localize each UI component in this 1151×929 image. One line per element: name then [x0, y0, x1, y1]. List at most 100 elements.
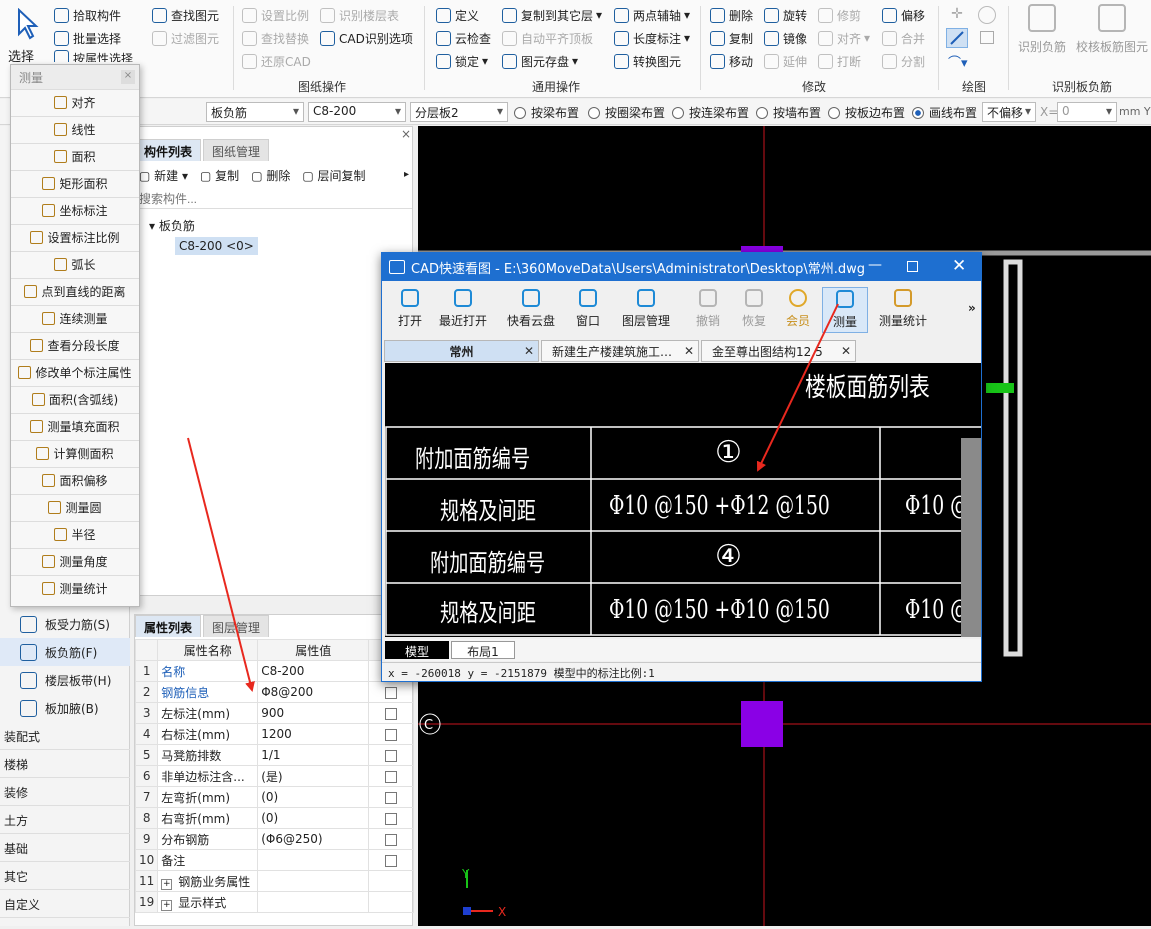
- property-row[interactable]: 3 左标注(mm) 900: [134, 702, 414, 724]
- radio-draw-line[interactable]: 画线布置: [912, 104, 977, 121]
- cloud-disk-button[interactable]: 快看云盘: [502, 287, 560, 333]
- property-value[interactable]: Φ8@200: [257, 681, 370, 703]
- clock-icon[interactable]: [978, 6, 996, 24]
- mirror-button[interactable]: 镜像: [764, 27, 807, 49]
- extra-checkbox[interactable]: [385, 728, 398, 741]
- recognize-negative-rebar-button[interactable]: 识别负筋: [1016, 4, 1068, 60]
- set-scale-button[interactable]: 设置比例: [242, 4, 309, 26]
- nav-slab-main-rebar[interactable]: 板受力筋(S): [0, 610, 130, 638]
- filter-element-button[interactable]: 过滤图元: [152, 27, 219, 49]
- property-row[interactable]: 1 名称 C8-200: [134, 660, 414, 682]
- layer-manage-button[interactable]: 图层管理: [616, 287, 676, 333]
- measure-item-2[interactable]: 面积: [11, 143, 139, 168]
- rectangle-icon[interactable]: [980, 31, 994, 44]
- extra-checkbox[interactable]: [385, 749, 398, 762]
- nav-category-custom[interactable]: 自定义: [0, 890, 130, 918]
- point-icon[interactable]: ✛: [948, 6, 966, 24]
- auto-align-top-button[interactable]: 自动平齐顶板: [502, 27, 593, 49]
- nav-category-stairs[interactable]: 楼梯: [0, 750, 130, 778]
- cad-window-titlebar[interactable]: CAD快速看图 - E:\360MoveData\Users\Administr…: [382, 253, 981, 281]
- vip-button[interactable]: 会员: [772, 287, 824, 333]
- extra-checkbox[interactable]: [385, 707, 398, 720]
- save-element-button[interactable]: 图元存盘 ▾: [502, 50, 578, 72]
- x-input[interactable]: 0: [1057, 102, 1117, 122]
- measure-item-3[interactable]: 矩形面积: [11, 170, 139, 195]
- property-row[interactable]: 9 分布钢筋 (Φ6@250): [134, 828, 414, 850]
- find-replace-button[interactable]: 查找替换: [242, 27, 309, 49]
- length-dimension-button[interactable]: 长度标注 ▾: [614, 27, 690, 49]
- split-button[interactable]: 分割: [882, 50, 925, 72]
- extra-checkbox[interactable]: [385, 770, 398, 783]
- nav-category-earthwork[interactable]: 土方: [0, 806, 130, 834]
- measure-item-10[interactable]: 修改单个标注属性: [11, 359, 139, 384]
- measure-item-14[interactable]: 面积偏移: [11, 467, 139, 492]
- recognize-floor-table-button[interactable]: 识别楼层表: [320, 4, 399, 26]
- extend-button[interactable]: 延伸: [764, 50, 807, 72]
- tab-layout1[interactable]: 布局1: [451, 641, 515, 659]
- nav-slab-negative-rebar[interactable]: 板负筋(F): [0, 638, 130, 666]
- trim-button[interactable]: 修剪: [818, 4, 861, 26]
- property-value[interactable]: (Φ6@250): [257, 828, 370, 850]
- delete-component-button[interactable]: ▢ 删除: [251, 167, 290, 184]
- property-extra[interactable]: [368, 681, 414, 703]
- floor-copy-button[interactable]: ▢ 层间复制: [302, 167, 365, 184]
- file-tab-jinzhizun[interactable]: 金至尊出图结构12.5 ✕: [701, 340, 856, 362]
- copy-component-button[interactable]: ▢ 复制: [200, 167, 239, 184]
- nav-category-other[interactable]: 其它: [0, 862, 130, 890]
- measure-button[interactable]: 测量: [822, 287, 868, 333]
- nav-category-foundation[interactable]: 基础: [0, 834, 130, 862]
- property-row[interactable]: 10 备注: [134, 849, 414, 871]
- measure-item-18[interactable]: 测量统计: [11, 575, 139, 600]
- radio-by-slab-edge[interactable]: 按板边布置: [828, 104, 905, 121]
- extra-checkbox[interactable]: [385, 833, 398, 846]
- measure-item-7[interactable]: 点到直线的距离: [11, 278, 139, 303]
- tree-root[interactable]: ▾ 板负筋: [149, 217, 195, 234]
- copy-button[interactable]: 复制: [710, 27, 753, 49]
- extra-checkbox[interactable]: [385, 791, 398, 804]
- property-extra[interactable]: [368, 702, 414, 724]
- close-icon[interactable]: ✕: [524, 344, 534, 358]
- define-button[interactable]: 定义: [436, 4, 479, 26]
- radio-by-link-beam[interactable]: 按连梁布置: [672, 104, 749, 121]
- extra-checkbox[interactable]: [385, 854, 398, 867]
- nav-slab-haunch[interactable]: 板加腋(B): [0, 694, 130, 722]
- property-extra[interactable]: [368, 849, 414, 871]
- measure-item-12[interactable]: 测量填充面积: [11, 413, 139, 438]
- measure-item-17[interactable]: 测量角度: [11, 548, 139, 573]
- convert-element-button[interactable]: 转换图元: [614, 50, 681, 72]
- property-value[interactable]: C8-200: [257, 660, 370, 682]
- select-button[interactable]: 选择: [6, 6, 46, 65]
- tab-component-list[interactable]: 构件列表: [135, 139, 202, 161]
- new-button[interactable]: ▢ 新建 ▾: [139, 167, 188, 184]
- property-row[interactable]: 19 + 显示样式: [134, 891, 414, 913]
- property-row[interactable]: 6 非单边标注含... (是): [134, 765, 414, 787]
- property-value[interactable]: 900: [257, 702, 370, 724]
- radio-by-ring-beam[interactable]: 按圈梁布置: [588, 104, 665, 121]
- close-icon[interactable]: ×: [121, 70, 135, 84]
- restore-cad-button[interactable]: 还原CAD: [242, 50, 311, 72]
- two-point-axis-button[interactable]: 两点辅轴 ▾: [614, 4, 690, 26]
- property-value[interactable]: (0): [257, 786, 370, 808]
- measure-stats-button[interactable]: 测量统计: [872, 287, 934, 333]
- tab-layer-manage[interactable]: 图层管理: [203, 615, 270, 637]
- property-row[interactable]: 8 右弯折(mm) (0): [134, 807, 414, 829]
- property-row[interactable]: 4 右标注(mm) 1200: [134, 723, 414, 745]
- property-extra[interactable]: [368, 765, 414, 787]
- tab-drawing-manage[interactable]: 图纸管理: [203, 139, 270, 161]
- nav-floor-slab-band[interactable]: 楼层板带(H): [0, 666, 130, 694]
- property-extra[interactable]: [368, 723, 414, 745]
- measure-item-13[interactable]: 计算侧面积: [11, 440, 139, 465]
- extra-checkbox[interactable]: [385, 812, 398, 825]
- property-value[interactable]: 1/1: [257, 744, 370, 766]
- tree-item-c8-200[interactable]: C8-200 <0>: [175, 237, 258, 255]
- more-icon[interactable]: ▸: [404, 169, 409, 180]
- property-value[interactable]: (是): [257, 765, 370, 787]
- file-tab-changzhou[interactable]: 常州 ✕: [384, 340, 539, 362]
- extra-checkbox[interactable]: [385, 686, 398, 699]
- batch-select-button[interactable]: 批量选择: [54, 27, 121, 49]
- arc-icon[interactable]: ⌒▾: [948, 52, 968, 71]
- radio-by-beam[interactable]: 按梁布置: [514, 104, 579, 121]
- more-tools-icon[interactable]: »: [968, 301, 976, 315]
- cad-recognize-options-button[interactable]: CAD识别选项: [320, 27, 413, 49]
- component-search-input[interactable]: [135, 189, 412, 209]
